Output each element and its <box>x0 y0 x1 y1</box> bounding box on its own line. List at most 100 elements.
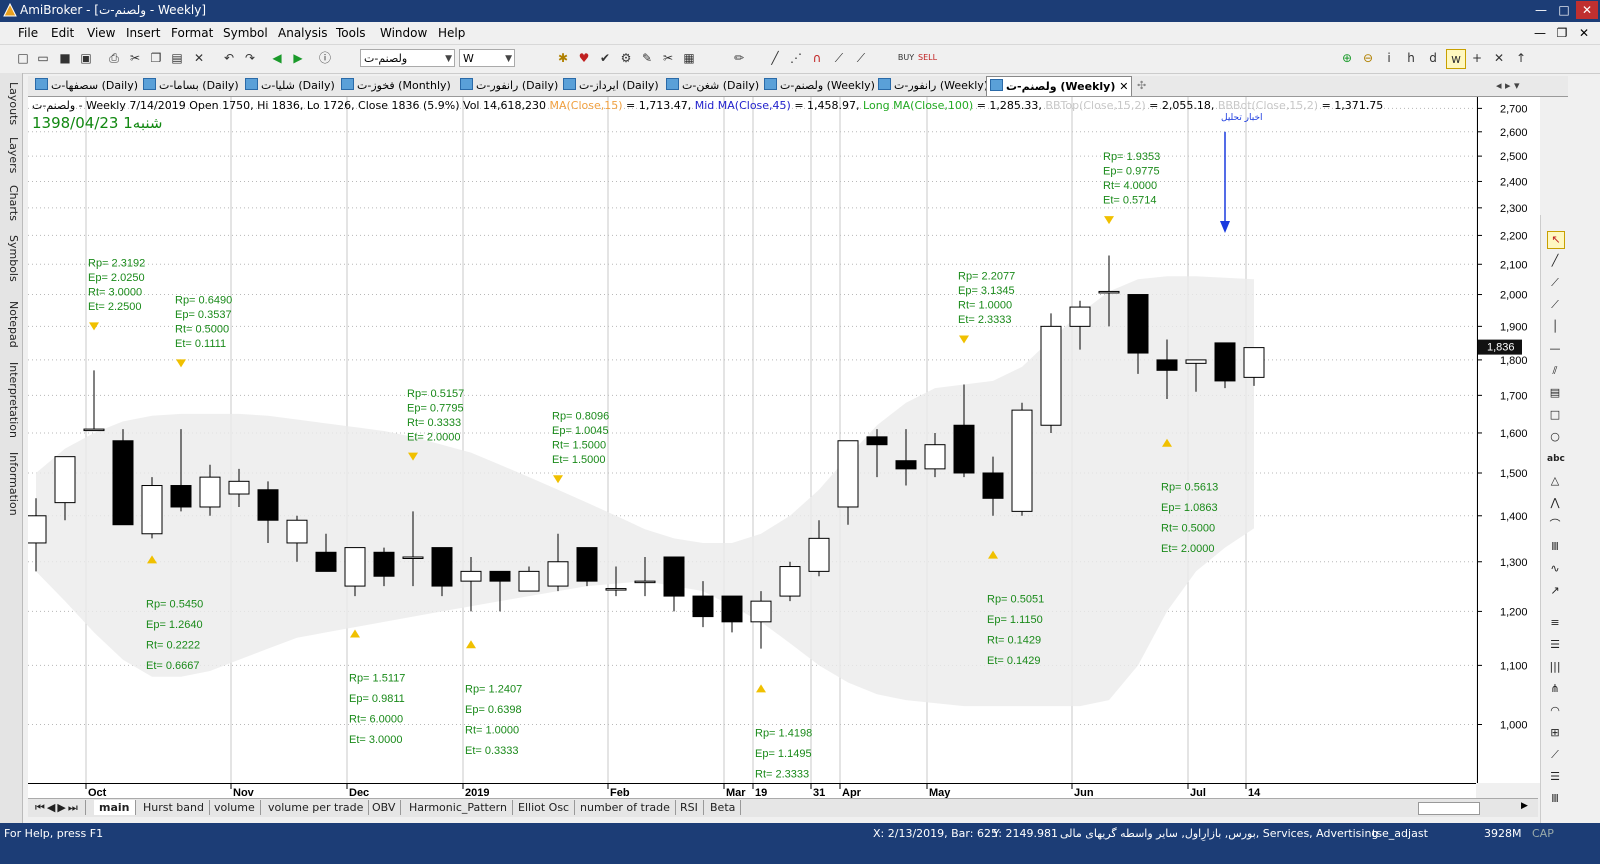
vertical-line-icon[interactable]: │ <box>1547 319 1563 335</box>
trend-icon[interactable]: ⟋ <box>852 49 870 67</box>
forward-icon[interactable]: ▶ <box>289 49 307 67</box>
price-axis[interactable]: 1,000 1,100 1,200 1,300 1,400 1,500 1,600 1,700… <box>1477 97 1540 783</box>
text-tool-icon[interactable]: abc <box>1547 451 1565 467</box>
horizontal-line-icon[interactable]: — <box>1547 341 1563 357</box>
doc-tab[interactable]: رانفور-ت (Weekly) <box>875 76 991 95</box>
sheet-tab-rsi[interactable]: RSI <box>675 800 704 815</box>
chart-pane[interactable]: Rp= 2.3192 Ep= 2.0250 Rt= 3.0000 Et= 2.2500… <box>25 97 1476 783</box>
sheet-tab-volume-per-trade[interactable]: volume per trade <box>263 800 370 815</box>
sheet-nav-arrows-icon[interactable]: ⏮◀▶⏭ <box>30 800 86 815</box>
menu-file[interactable]: File <box>18 26 38 40</box>
cursor-icon[interactable]: ✕ <box>1490 49 1508 67</box>
doc-tab-active[interactable]: ولصنم-ت (Weekly) ✕ <box>986 76 1133 96</box>
fib-retracement-icon[interactable]: ≡ <box>1547 615 1563 631</box>
doc-tab[interactable]: بساما-ت (Daily) <box>140 76 242 95</box>
menu-insert[interactable]: Insert <box>126 26 160 40</box>
sheet-tab-volume[interactable]: volume <box>209 800 261 815</box>
sell-icon[interactable]: SELL <box>918 49 937 67</box>
menu-analysis[interactable]: Analysis <box>278 26 327 40</box>
menu-help[interactable]: Help <box>438 26 465 40</box>
period-d-icon[interactable]: d <box>1424 49 1442 67</box>
cycles-icon[interactable]: Ⅲ <box>1547 791 1563 807</box>
triangle-icon[interactable]: △ <box>1547 473 1563 489</box>
close-tab-icon[interactable]: ✕ <box>1119 80 1128 93</box>
menu-view[interactable]: View <box>87 26 115 40</box>
sheet-tab-obv[interactable]: OBV <box>367 800 402 815</box>
arrow-up-icon[interactable]: ↑ <box>1512 49 1530 67</box>
line-icon[interactable]: ╱ <box>1547 253 1563 269</box>
line-tool-icon[interactable]: ╱ <box>766 49 784 67</box>
maximize-button[interactable]: □ <box>1553 1 1575 19</box>
grid-icon[interactable]: ⊞ <box>1547 725 1563 741</box>
redo-icon[interactable]: ↷ <box>241 49 259 67</box>
zoom-in-icon[interactable]: ⊕ <box>1338 49 1356 67</box>
doc-tab[interactable]: رانفور-ت (Daily) <box>457 76 561 95</box>
paste-icon[interactable]: ▤ <box>168 49 186 67</box>
save-all-icon[interactable]: ▣ <box>77 49 95 67</box>
channel-icon[interactable]: ▤ <box>1547 385 1563 401</box>
cut-icon[interactable]: ✂ <box>126 49 144 67</box>
pen-icon[interactable]: ✏ <box>730 49 748 67</box>
doc-tab[interactable]: ایرداز-ت (Daily) <box>560 76 662 95</box>
mdi-minimize-button[interactable]: — <box>1530 26 1550 40</box>
doc-tab[interactable]: فخوز-ت (Monthly) <box>338 76 454 95</box>
select-arrow-icon[interactable]: ↖ <box>1547 231 1565 249</box>
close-button[interactable]: ✕ <box>1576 1 1598 19</box>
indicator-icon[interactable]: ✱ <box>554 49 572 67</box>
period-h-icon[interactable]: h <box>1402 49 1420 67</box>
ray-icon[interactable]: ⟋ <box>1547 275 1563 291</box>
tools-icon[interactable]: ✂ <box>659 49 677 67</box>
tab-notepad[interactable]: Notepad <box>2 297 20 351</box>
ellipse-icon[interactable]: ○ <box>1547 429 1563 445</box>
magnet-icon[interactable]: ∩ <box>808 49 826 67</box>
menu-window[interactable]: Window <box>380 26 427 40</box>
arc-icon[interactable]: ⌒ <box>1547 517 1563 533</box>
new-tab-icon[interactable]: ✣ <box>1134 76 1149 95</box>
delete-icon[interactable]: ✕ <box>190 49 208 67</box>
period-i-icon[interactable]: i <box>1380 49 1398 67</box>
menu-symbol[interactable]: Symbol <box>223 26 268 40</box>
fib-ext-icon[interactable]: ☰ <box>1547 637 1563 653</box>
period-w-icon[interactable]: w <box>1446 49 1466 69</box>
edit-formula-icon[interactable]: ▦ <box>680 49 698 67</box>
doc-tab[interactable]: ولصنم-ت (Weekly) <box>761 76 878 95</box>
tab-layouts[interactable]: Layouts <box>2 79 20 129</box>
crosshair-icon[interactable]: + <box>1468 49 1486 67</box>
minimize-button[interactable]: — <box>1530 1 1552 19</box>
copy-icon[interactable]: ❐ <box>147 49 165 67</box>
parallel-lines-icon[interactable]: ⫽ <box>1547 363 1563 379</box>
tab-layers[interactable]: Layers <box>2 133 20 177</box>
doc-tab[interactable]: شلیا-ت (Daily) <box>242 76 338 95</box>
dotted-line-icon[interactable]: ⋰ <box>787 49 805 67</box>
scan-icon[interactable]: ⚙ <box>617 49 635 67</box>
tab-charts[interactable]: Charts <box>2 181 20 225</box>
levels-icon[interactable]: ☰ <box>1547 769 1563 785</box>
rectangle-icon[interactable]: □ <box>1547 407 1563 423</box>
print-icon[interactable]: ⎙ <box>105 49 123 67</box>
arc-fib-icon[interactable]: ◠ <box>1547 703 1563 719</box>
horizontal-scrollbar[interactable] <box>1418 802 1480 815</box>
sheet-tab-harmonic[interactable]: Harmonic_Pattern <box>404 800 513 815</box>
tab-symbols[interactable]: Symbols <box>2 229 20 287</box>
zoom-out-icon[interactable]: ⊖ <box>1359 49 1377 67</box>
tab-interpretation[interactable]: Interpretation <box>2 357 20 443</box>
interval-combo[interactable]: W ▼ <box>459 49 515 67</box>
fan-icon[interactable]: ⋀ <box>1547 495 1563 511</box>
new-file-icon[interactable]: □ <box>14 49 32 67</box>
arrow-tool-icon[interactable]: ↗ <box>1547 583 1563 599</box>
menu-format[interactable]: Format <box>171 26 213 40</box>
doc-tab[interactable]: سصفها-ت (Daily) <box>32 76 141 95</box>
pitchfork-icon[interactable]: ⋔ <box>1547 681 1563 697</box>
doc-tab[interactable]: شغن-ت (Daily) <box>663 76 762 95</box>
back-icon[interactable]: ◀ <box>268 49 286 67</box>
sheet-tab-hurst-band[interactable]: Hurst band <box>138 800 210 815</box>
sheet-tab-beta[interactable]: Beta <box>705 800 742 815</box>
undo-icon[interactable]: ↶ <box>220 49 238 67</box>
heart-icon[interactable]: ♥ <box>575 49 593 67</box>
open-file-icon[interactable]: ▭ <box>34 49 52 67</box>
sheet-tab-number-of-trade[interactable]: number of trade <box>575 800 676 815</box>
bars-icon[interactable]: ||| <box>1547 659 1563 675</box>
price-chart[interactable]: Rp= 2.3192 Ep= 2.0250 Rt= 3.0000 Et= 2.2500… <box>25 97 1476 783</box>
symbol-combo[interactable]: ولصنم-ت ▼ <box>360 49 455 67</box>
gann-icon[interactable]: ⟋ <box>1547 747 1563 763</box>
